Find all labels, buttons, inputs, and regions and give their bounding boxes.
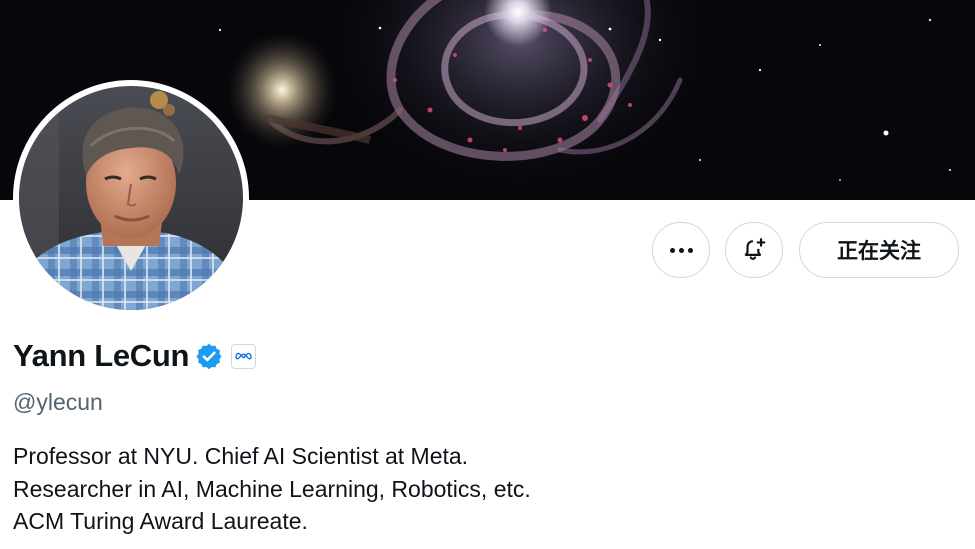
verified-badge-icon[interactable]: [195, 342, 223, 370]
bio-line: Researcher in AI, Machine Learning, Robo…: [13, 475, 531, 502]
profile-name-row: Yann LeCun: [13, 338, 257, 374]
following-label: 正在关注: [837, 239, 921, 263]
meta-logo-icon[interactable]: [231, 343, 257, 369]
notify-button[interactable]: [725, 222, 783, 278]
avatar-photo: [19, 86, 243, 310]
more-horizontal-icon: [669, 247, 693, 253]
display-name: Yann LeCun: [13, 338, 190, 373]
bell-plus-icon: [744, 238, 766, 261]
user-handle: @ylecun: [13, 389, 103, 415]
profile-bio: Professor at NYU. Chief AI Scientist at …: [13, 440, 531, 538]
more-button[interactable]: [652, 222, 710, 278]
avatar[interactable]: [13, 80, 249, 316]
following-button[interactable]: 正在关注: [799, 222, 959, 278]
bio-line: ACM Turing Award Laureate.: [13, 508, 308, 534]
bio-line: Professor at NYU. Chief AI Scientist at …: [13, 443, 469, 469]
